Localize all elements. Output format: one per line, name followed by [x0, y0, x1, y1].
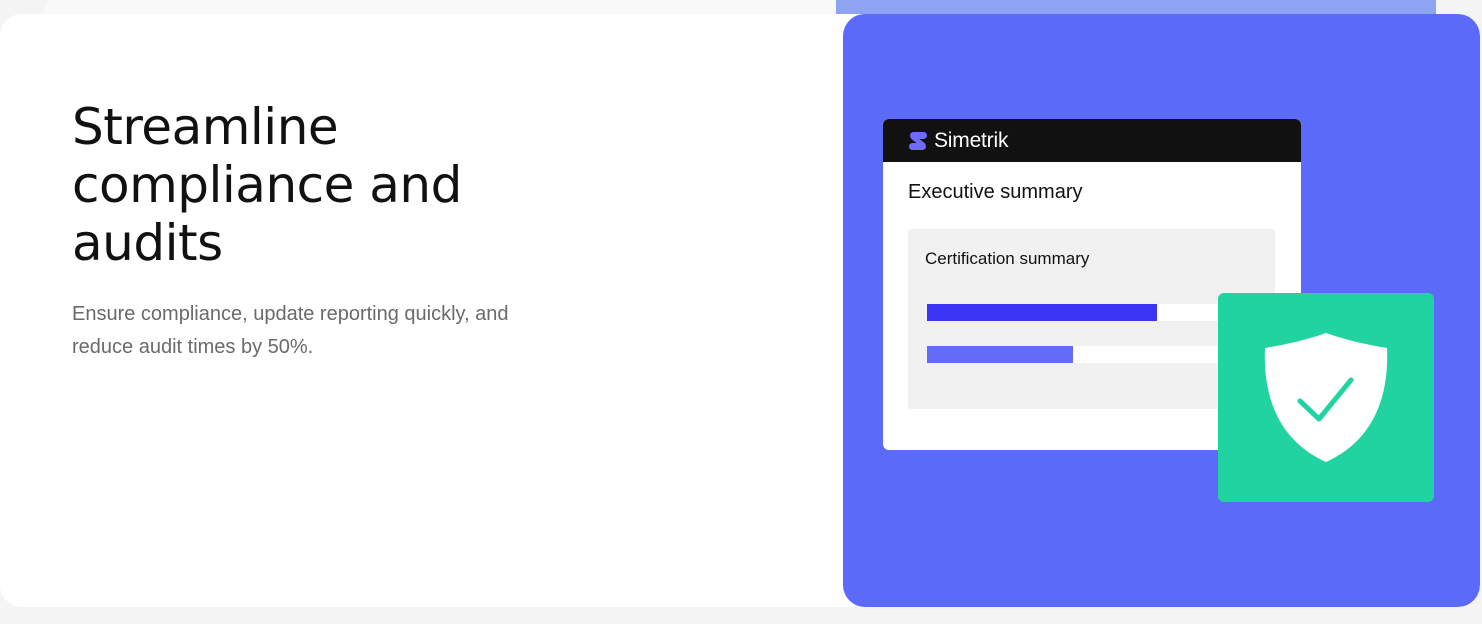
window-title-bar: Simetrik [883, 119, 1301, 162]
shield-check-icon [1264, 333, 1388, 462]
progress-bar-fill [927, 304, 1157, 321]
feature-title: Streamline compliance and audits [72, 98, 462, 272]
feature-card: Streamline compliance and audits Ensure … [0, 14, 1480, 607]
feature-illustration: Simetrik Executive summary Certification… [843, 14, 1480, 607]
brand-name: Simetrik [934, 128, 1009, 152]
feature-description: Ensure compliance, update reporting quic… [72, 303, 509, 358]
compliance-badge [1218, 293, 1434, 502]
executive-summary-heading: Executive summary [908, 181, 1083, 203]
progress-bar-fill [927, 346, 1074, 363]
simetrik-logo-icon [909, 131, 927, 150]
certification-summary-label: Certification summary [925, 249, 1090, 268]
